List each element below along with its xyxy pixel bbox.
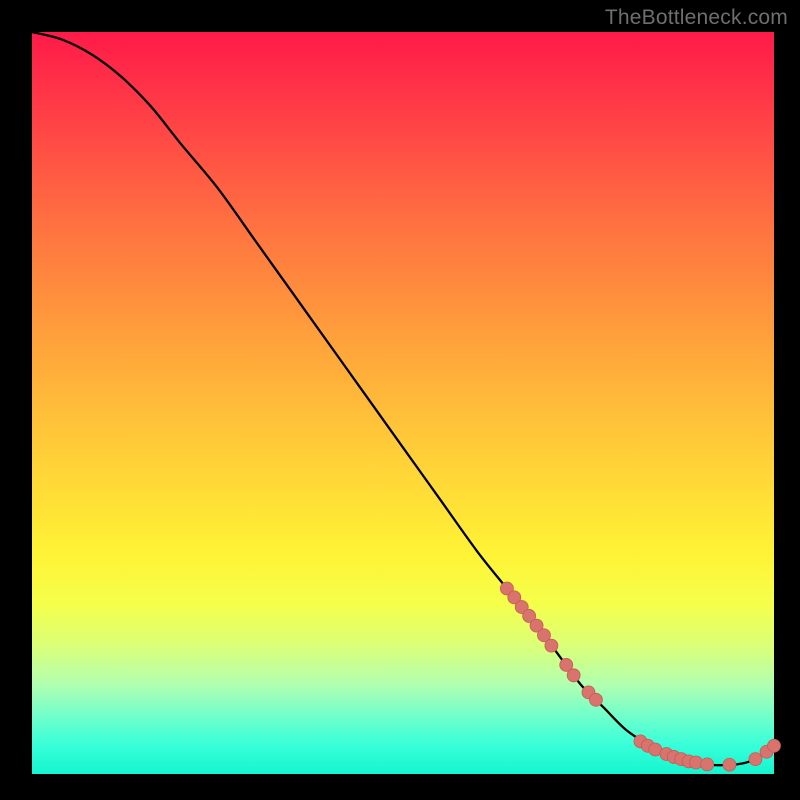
curve-marker xyxy=(768,739,781,752)
curve-marker xyxy=(749,753,762,766)
plot-area xyxy=(32,32,774,774)
curve-marker xyxy=(701,758,714,771)
watermark-text: TheBottleneck.com xyxy=(605,6,788,30)
curve-marker xyxy=(723,758,736,771)
curve-markers xyxy=(500,582,780,771)
chart-stage: TheBottleneck.com xyxy=(0,0,800,800)
bottleneck-curve xyxy=(32,32,774,765)
curve-marker xyxy=(567,669,580,682)
chart-svg xyxy=(32,32,774,774)
curve-marker xyxy=(589,693,602,706)
curve-marker xyxy=(545,639,558,652)
